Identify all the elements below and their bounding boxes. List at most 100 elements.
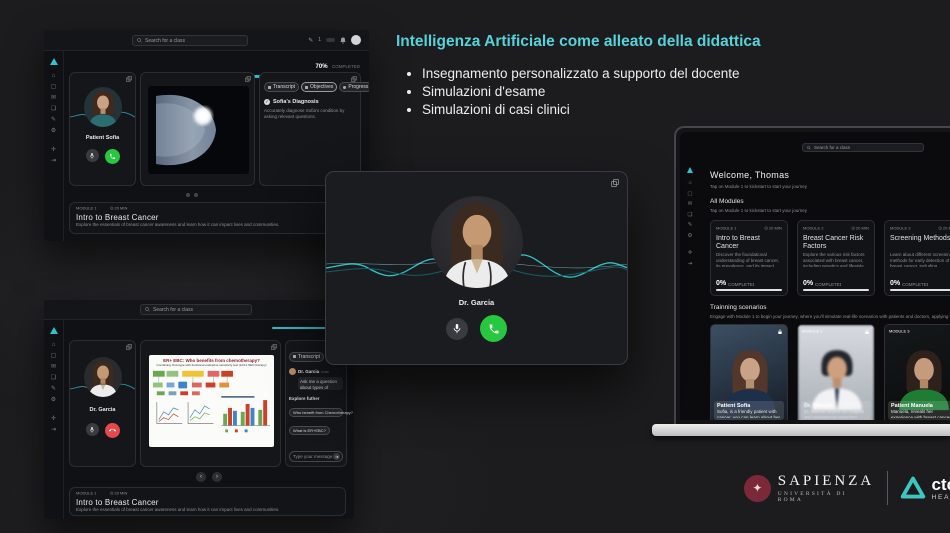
scenario-card[interactable]: Patient Sofia Sofia, is a friendly patie…: [710, 324, 788, 420]
tab-transcript[interactable]: Transcript: [264, 82, 299, 92]
chat-icon[interactable]: ❏: [51, 375, 56, 381]
help-icon[interactable]: ✛: [688, 251, 693, 257]
help-icon[interactable]: ✛: [51, 147, 56, 153]
notes-icon[interactable]: ✎: [51, 117, 56, 123]
help-icon[interactable]: ✛: [51, 416, 56, 422]
carousel-dot[interactable]: [194, 193, 198, 197]
notes-icon[interactable]: ✎: [51, 386, 56, 392]
status-pill: [326, 38, 335, 42]
ctc-triangle-icon: [900, 476, 926, 500]
patient-video-card: Patient Sofia: [69, 72, 136, 186]
search-placeholder: Search for a class: [814, 145, 850, 150]
patient-sofia-avatar[interactable]: [84, 87, 122, 127]
chat-icon[interactable]: ❏: [51, 106, 56, 112]
objective-title: Sofia's Diagnosis: [273, 99, 319, 105]
module-progress-track: [890, 289, 950, 291]
scenario-card[interactable]: MODULE 3 Patient Manuela Manuela, reveal…: [884, 324, 950, 420]
mail-icon[interactable]: ✉: [51, 95, 56, 101]
module-time: 20 MIN: [115, 206, 128, 211]
doctor-name: Dr. Garcia: [70, 407, 135, 413]
hangup-button[interactable]: [105, 423, 120, 438]
clock-icon: [765, 227, 769, 231]
module-info-bar[interactable]: MODULE 1 20 MIN Intro to Breast Cancer E…: [69, 202, 361, 234]
mute-mic-button[interactable]: [86, 423, 99, 436]
modules-icon[interactable]: ▢: [687, 192, 692, 198]
tab-transcript[interactable]: Transcript: [289, 352, 324, 362]
training-title: Trainning scenarios: [710, 304, 766, 311]
chat-avatar: [289, 368, 296, 375]
chat-message-bubble: Ask me a question about types of breast …: [298, 377, 343, 390]
check-circle-icon: ✓: [264, 99, 270, 105]
module-card[interactable]: MODULE 120 MIN Intro to Breast Cancer Di…: [710, 220, 788, 296]
modules-icon[interactable]: ▢: [51, 353, 57, 359]
call-button[interactable]: [480, 315, 507, 342]
message-input[interactable]: Type your message...: [289, 451, 343, 462]
app-window-diagnosis: Search for a class ✎ 1 ⌂ ▢ ✉ ❏ ✎ ⚙ ✛ ⇥ 7…: [44, 30, 369, 241]
scenario-card[interactable]: MODULE 2 Dr. Manuel Dr. Manuel shares hi…: [797, 324, 875, 420]
call-button[interactable]: [105, 149, 120, 164]
slide-bullet-list: Insegnamento personalizzato a supporto d…: [400, 66, 920, 120]
expand-icon[interactable]: [126, 76, 132, 82]
notes-icon[interactable]: ✎: [688, 223, 693, 229]
carousel-dot[interactable]: [186, 193, 190, 197]
suggestion-chip[interactable]: Who benefit from Chemotherapy?: [289, 408, 343, 417]
welcome-subtitle: Tap on Module 1 to kickstart to start yo…: [710, 184, 870, 190]
home-icon[interactable]: ⌂: [688, 181, 691, 187]
module-percent: 0%: [803, 280, 813, 287]
carousel-prev-button[interactable]: ‹: [196, 472, 206, 482]
mute-mic-button[interactable]: [86, 149, 99, 162]
tab-objectives[interactable]: Objectives: [301, 82, 337, 92]
module-card[interactable]: MODULE 220 MIN Breast Cancer Risk Factor…: [797, 220, 875, 296]
streak-count: 1: [318, 37, 321, 43]
search-input[interactable]: Search for a class: [140, 304, 252, 315]
sapienza-subtitle: UNIVERSITÀ DI ROMA: [778, 491, 875, 503]
phone-down-icon: [107, 426, 117, 436]
expand-icon[interactable]: [271, 344, 277, 350]
search-icon: [807, 146, 811, 150]
ctc-logo-icon[interactable]: [50, 327, 58, 334]
mail-icon[interactable]: ✉: [51, 364, 56, 370]
expand-icon[interactable]: [611, 179, 619, 187]
module-percent: 0%: [716, 280, 726, 287]
expand-icon[interactable]: [245, 76, 251, 82]
home-icon[interactable]: ⌂: [52, 73, 56, 79]
mic-icon: [89, 152, 95, 160]
lecture-slide-diagram: [151, 368, 272, 442]
search-icon: [137, 38, 142, 43]
mail-icon[interactable]: ✉: [688, 202, 693, 208]
module-time: 20 MIN: [115, 491, 128, 496]
search-input[interactable]: Search for a class: [132, 35, 248, 46]
settings-gear-icon[interactable]: ⚙: [51, 128, 56, 134]
scenario-nameplate: Patient Sofia Sofia, is a friendly patie…: [714, 401, 784, 420]
send-button[interactable]: [333, 453, 340, 460]
module-description: Explore the essentials of breast cancer …: [76, 222, 354, 228]
carousel-next-button[interactable]: ›: [212, 472, 222, 482]
expand-icon[interactable]: [126, 344, 132, 350]
mute-mic-button[interactable]: [446, 318, 468, 340]
settings-gear-icon[interactable]: ⚙: [51, 397, 56, 403]
objective-description: Accurately diagnose Sofia's condition by…: [264, 108, 356, 120]
module-title: Intro to Breast Cancer: [716, 235, 782, 252]
lock-icon: [777, 329, 783, 335]
suggestion-chip[interactable]: What is ER+EBC?: [289, 426, 330, 435]
mammogram-card: [140, 72, 255, 186]
settings-gear-icon[interactable]: ⚙: [688, 234, 693, 240]
expand-icon[interactable]: [351, 76, 357, 82]
user-avatar[interactable]: [351, 35, 361, 45]
search-input[interactable]: Search for a class: [802, 143, 924, 152]
module-info-bar[interactable]: MODULE 1 20 MIN Intro to Breast Cancer E…: [69, 487, 346, 516]
module-completed-label: COMPLETED: [902, 282, 928, 287]
home-icon[interactable]: ⌂: [52, 342, 56, 348]
bell-icon[interactable]: [340, 37, 346, 44]
logout-icon[interactable]: ⇥: [51, 158, 56, 164]
modules-icon[interactable]: ▢: [51, 84, 57, 90]
dr-garcia-avatar[interactable]: [84, 357, 122, 397]
tab-progress[interactable]: Progress: [339, 82, 369, 92]
chat-icon[interactable]: ❏: [688, 213, 693, 219]
logout-icon[interactable]: ⇥: [51, 427, 56, 433]
ctc-logo-icon[interactable]: [687, 167, 693, 173]
streak-icon[interactable]: ✎: [308, 37, 313, 44]
logout-icon[interactable]: ⇥: [688, 262, 693, 268]
ctc-logo-icon[interactable]: [50, 58, 58, 65]
module-card[interactable]: MODULE 320 MIN Screening Methods Learn a…: [884, 220, 950, 296]
